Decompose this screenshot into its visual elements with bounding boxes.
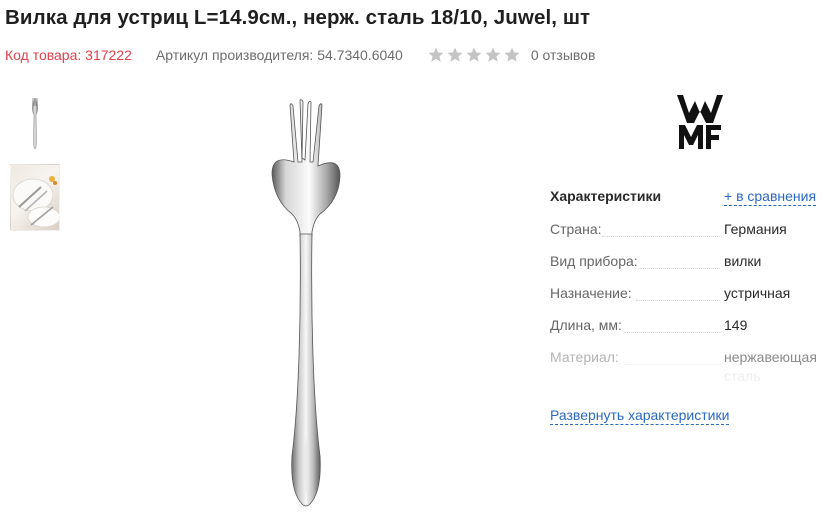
expand-specs-link[interactable]: Развернуть характеристики bbox=[550, 407, 730, 425]
spec-divider bbox=[602, 236, 720, 237]
spec-row: Вид прибора: вилки bbox=[550, 244, 839, 276]
specs-panel: Характеристики + в сравнения Страна: Гер… bbox=[550, 184, 839, 396]
spec-label: Назначение: bbox=[550, 285, 632, 301]
specs-fade bbox=[550, 372, 839, 396]
rating-stars[interactable] bbox=[427, 46, 521, 64]
star-icon[interactable] bbox=[503, 46, 521, 64]
spec-label: Страна: bbox=[550, 221, 602, 237]
product-main-image[interactable] bbox=[262, 96, 350, 512]
product-title: Вилка для устриц L=14.9см., нерж. сталь … bbox=[5, 6, 591, 29]
spec-label: Длина, мм: bbox=[550, 317, 622, 333]
spec-divider bbox=[624, 364, 720, 365]
specs-title: Характеристики bbox=[550, 188, 662, 204]
spec-row: Страна: Германия bbox=[550, 212, 839, 244]
spec-divider bbox=[640, 268, 720, 269]
spec-divider bbox=[636, 300, 720, 301]
spec-row: Длина, мм: 149 bbox=[550, 308, 839, 340]
star-icon[interactable] bbox=[446, 46, 464, 64]
reviews-link[interactable]: 0 отзывов bbox=[531, 47, 596, 63]
product-meta: Код товара: 317222 Артикул производителя… bbox=[5, 45, 595, 65]
product-code: Код товара: 317222 bbox=[5, 47, 132, 63]
spec-value: Германия bbox=[724, 221, 787, 237]
add-to-compare-link[interactable]: + в сравнения bbox=[724, 188, 817, 206]
spec-value: 149 bbox=[724, 317, 748, 333]
star-icon[interactable] bbox=[427, 46, 445, 64]
thumbnail-table-setting[interactable] bbox=[10, 164, 60, 231]
star-icon[interactable] bbox=[484, 46, 502, 64]
spec-value: устричная bbox=[724, 285, 791, 301]
spec-label: Материал: bbox=[550, 349, 619, 365]
spec-row: Материал: нержавеющая сталь bbox=[550, 340, 839, 384]
spec-value: вилки bbox=[724, 253, 762, 269]
spec-divider bbox=[624, 332, 720, 333]
thumbnail-fork[interactable] bbox=[22, 93, 48, 151]
spec-value: нержавеющая bbox=[724, 349, 817, 365]
spec-row: Назначение: устричная bbox=[550, 276, 839, 308]
wmf-logo-icon bbox=[675, 93, 725, 151]
manufacturer-article: Артикул производителя: 54.7340.6040 bbox=[155, 47, 403, 63]
product-page: Вилка для устриц L=14.9см., нерж. сталь … bbox=[0, 0, 839, 516]
star-icon[interactable] bbox=[465, 46, 483, 64]
spec-label: Вид прибора: bbox=[550, 253, 638, 269]
specs-header: Характеристики + в сравнения bbox=[550, 184, 839, 212]
